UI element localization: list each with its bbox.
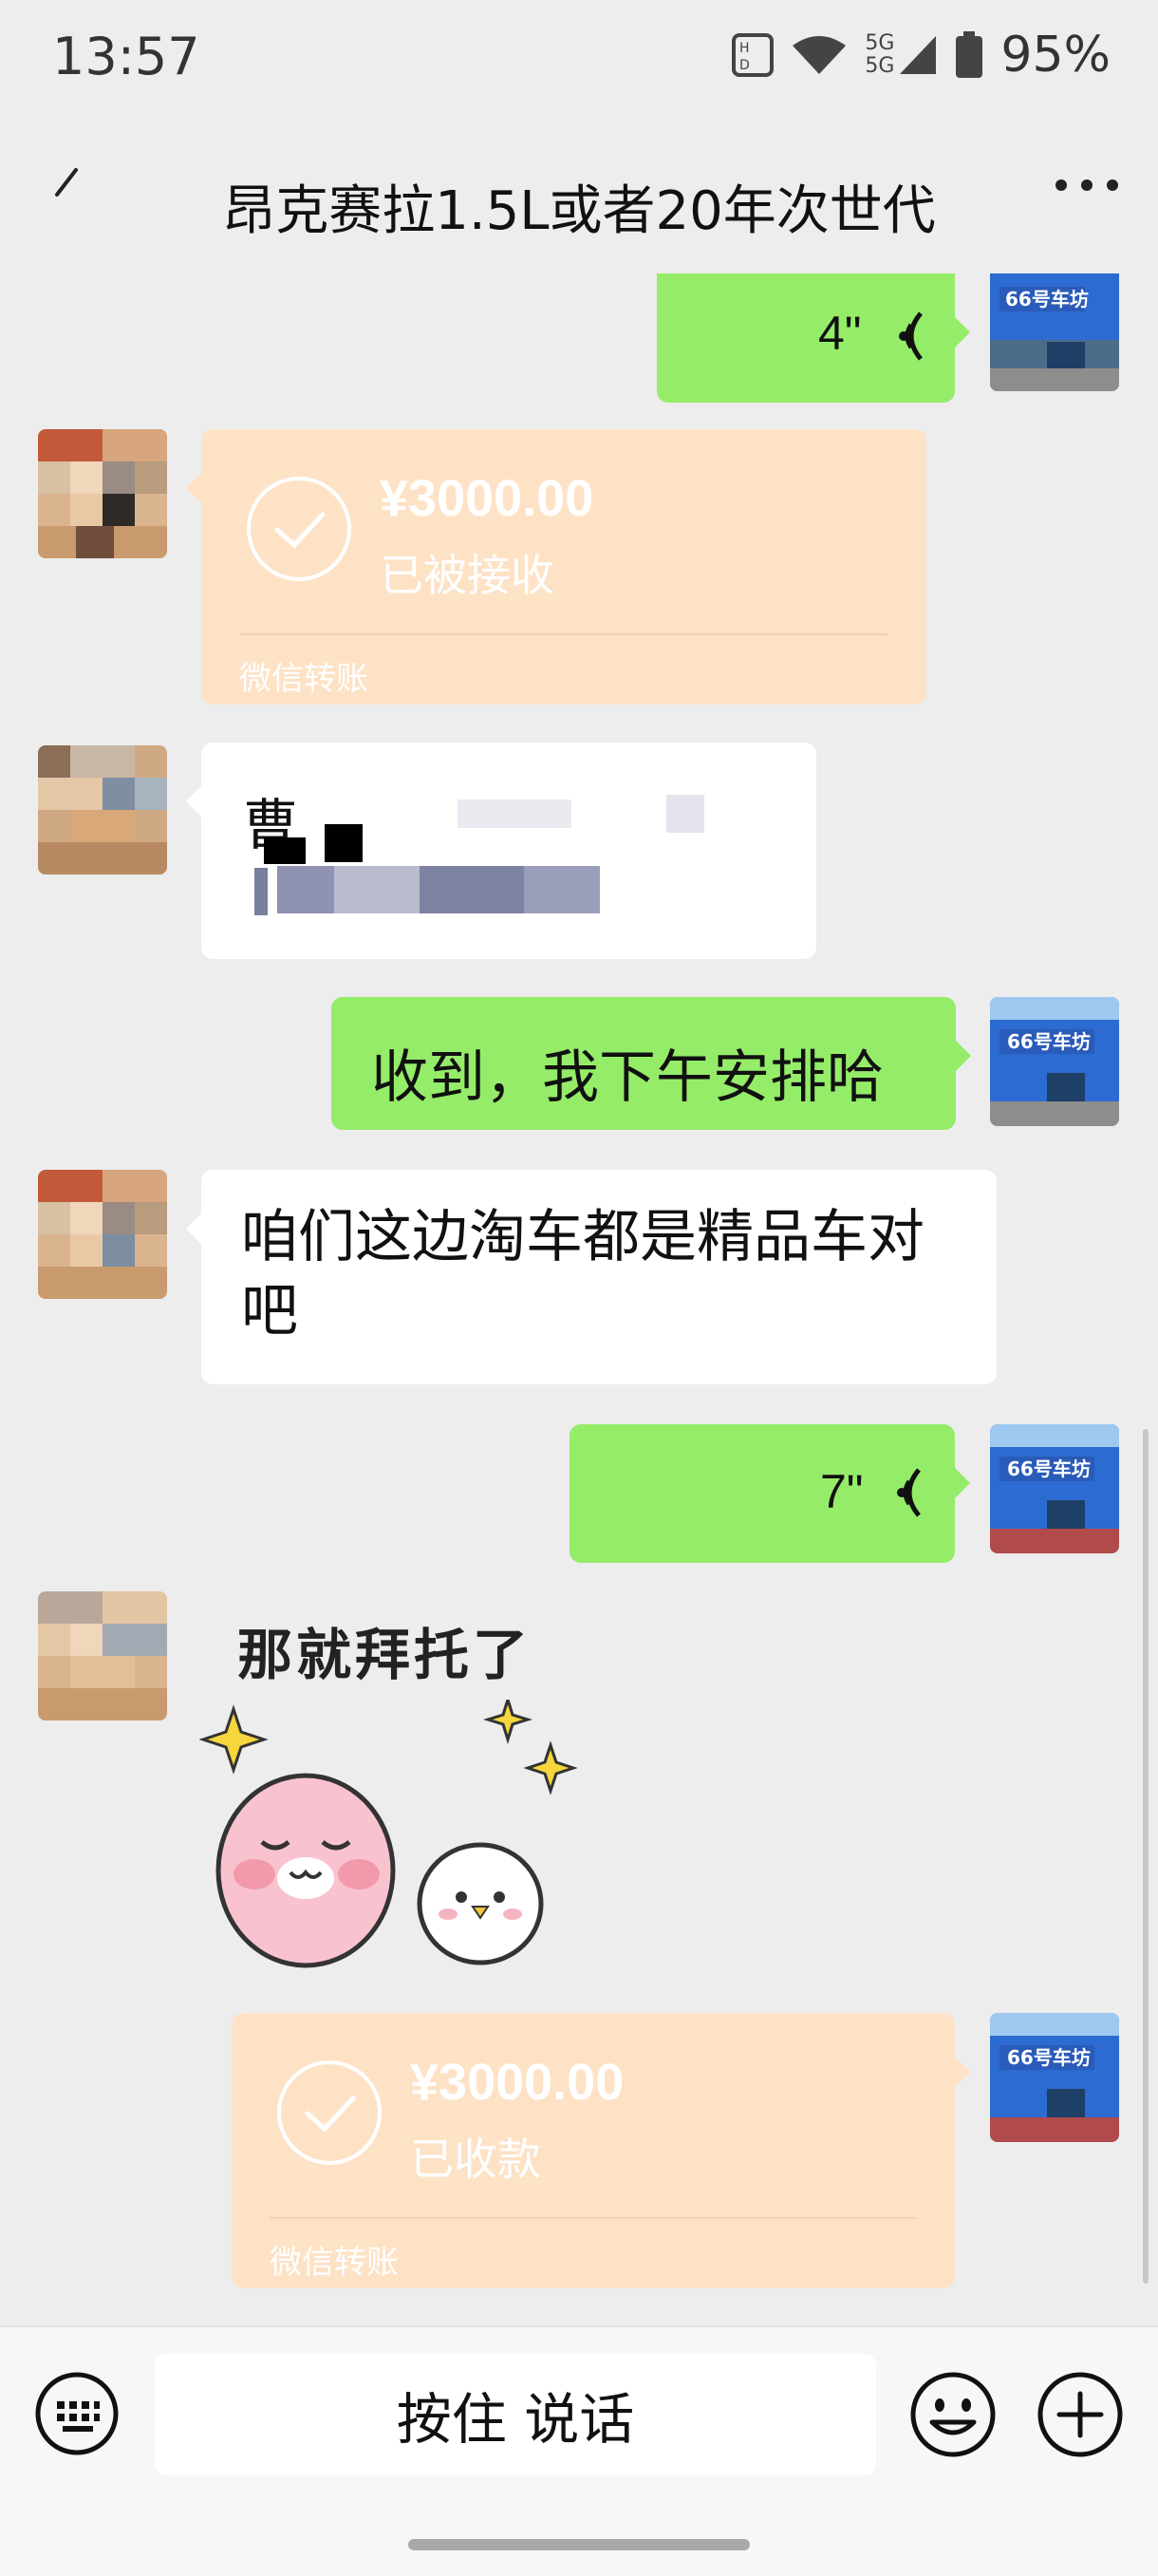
input-bar: 按住 说话 (0, 2326, 1158, 2576)
transfer-footer: 微信转账 (270, 2244, 399, 2282)
sticker-caption: 那就拜托了 (237, 1623, 532, 1687)
chat-title: 昂克赛拉1.5L或者20年次世代 (222, 180, 936, 242)
transfer-card-received[interactable]: ¥3000.00 已被接收 微信转账 (186, 429, 926, 705)
redacted-block (334, 866, 420, 913)
redacted-block (420, 866, 524, 913)
network-label: 5G (865, 31, 895, 55)
signal-icon: 5G 5G (865, 32, 938, 78)
voice-wave-icon (899, 311, 923, 361)
transfer-divider (239, 633, 888, 635)
redacted-block (277, 866, 334, 913)
contact-avatar[interactable] (38, 1591, 167, 1720)
status-icons: H D 5G 5G 95% (732, 27, 1111, 84)
more-functions-button[interactable] (1037, 2371, 1124, 2458)
more-dots-icon (1055, 179, 1118, 191)
redacted-block (264, 837, 306, 864)
transfer-amount: ¥3000.00 (380, 470, 594, 527)
keyboard-toggle-button[interactable] (34, 2371, 120, 2456)
svg-text:D: D (739, 58, 750, 73)
status-bar: 13:57 H D 5G 5G 95% (0, 0, 1158, 119)
contact-avatar[interactable] (38, 1170, 167, 1299)
transfer-amount: ¥3000.00 (410, 2054, 625, 2111)
transfer-status: 已被接收 (380, 550, 554, 601)
contact-avatar[interactable] (38, 745, 167, 874)
sticker-image (199, 1700, 578, 1968)
transfer-status: 已收款 (410, 2134, 541, 2185)
voice-message[interactable]: 7" (570, 1424, 970, 1563)
transfer-divider (270, 2217, 917, 2219)
network-label-2: 5G (865, 54, 895, 78)
my-avatar[interactable]: 66号车坊 (990, 273, 1119, 391)
home-indicator[interactable] (408, 2539, 750, 2550)
status-time: 13:57 (52, 27, 200, 86)
more-button[interactable] (1054, 176, 1120, 198)
check-circle-icon (277, 2060, 382, 2165)
svg-text:66号车坊: 66号车坊 (1007, 1030, 1091, 1053)
transfer-card-collected[interactable]: ¥3000.00 已收款 微信转账 (232, 2013, 970, 2288)
message-text: 收到，我下午安排哈 (371, 1044, 884, 1111)
redacted-block (254, 868, 268, 915)
battery-percent: 95% (1000, 27, 1111, 84)
wifi-icon (793, 36, 847, 74)
contact-avatar[interactable] (38, 429, 167, 558)
emoji-button[interactable] (909, 2371, 997, 2458)
my-avatar[interactable]: 66号车坊 (990, 1424, 1119, 1553)
emoji-icon (910, 2372, 996, 2457)
chat-scrollbar[interactable] (1143, 1429, 1149, 2284)
voice-message[interactable]: 4" (657, 273, 970, 403)
voice-wave-icon (897, 1468, 921, 1517)
text-message[interactable]: 咱们这边淘车都是精品车对吧 (186, 1170, 997, 1384)
plus-icon (1037, 2372, 1123, 2457)
redacted-block (524, 866, 600, 913)
redacted-block (666, 795, 704, 833)
svg-text:H: H (739, 41, 750, 56)
chat-header: 昂克赛拉1.5L或者20年次世代 (0, 119, 1158, 271)
svg-text:66号车坊: 66号车坊 (1005, 288, 1089, 310)
check-circle-icon (247, 477, 351, 581)
transfer-footer: 微信转账 (239, 660, 368, 698)
voice-duration: 4" (818, 307, 862, 360)
sticker-message[interactable]: 那就拜托了 (199, 1605, 598, 1975)
hd-icon: H D (732, 33, 775, 77)
voice-duration: 7" (820, 1465, 864, 1518)
battery-icon (956, 31, 983, 78)
redacted-block (458, 799, 571, 828)
keyboard-icon (35, 2372, 119, 2455)
message-text: 咱们这边淘车都是精品车对吧 (241, 1204, 925, 1344)
hold-to-talk-button[interactable]: 按住 说话 (155, 2354, 876, 2475)
redacted-block (325, 824, 363, 862)
my-avatar[interactable]: 66号车坊 (990, 2013, 1119, 2142)
my-avatar[interactable]: 66号车坊 (990, 997, 1119, 1126)
svg-text:66号车坊: 66号车坊 (1007, 2046, 1091, 2069)
text-message-obscured[interactable]: 曹 (186, 743, 816, 959)
text-message[interactable]: 收到，我下午安排哈 (331, 997, 971, 1130)
svg-text:66号车坊: 66号车坊 (1007, 1457, 1091, 1480)
